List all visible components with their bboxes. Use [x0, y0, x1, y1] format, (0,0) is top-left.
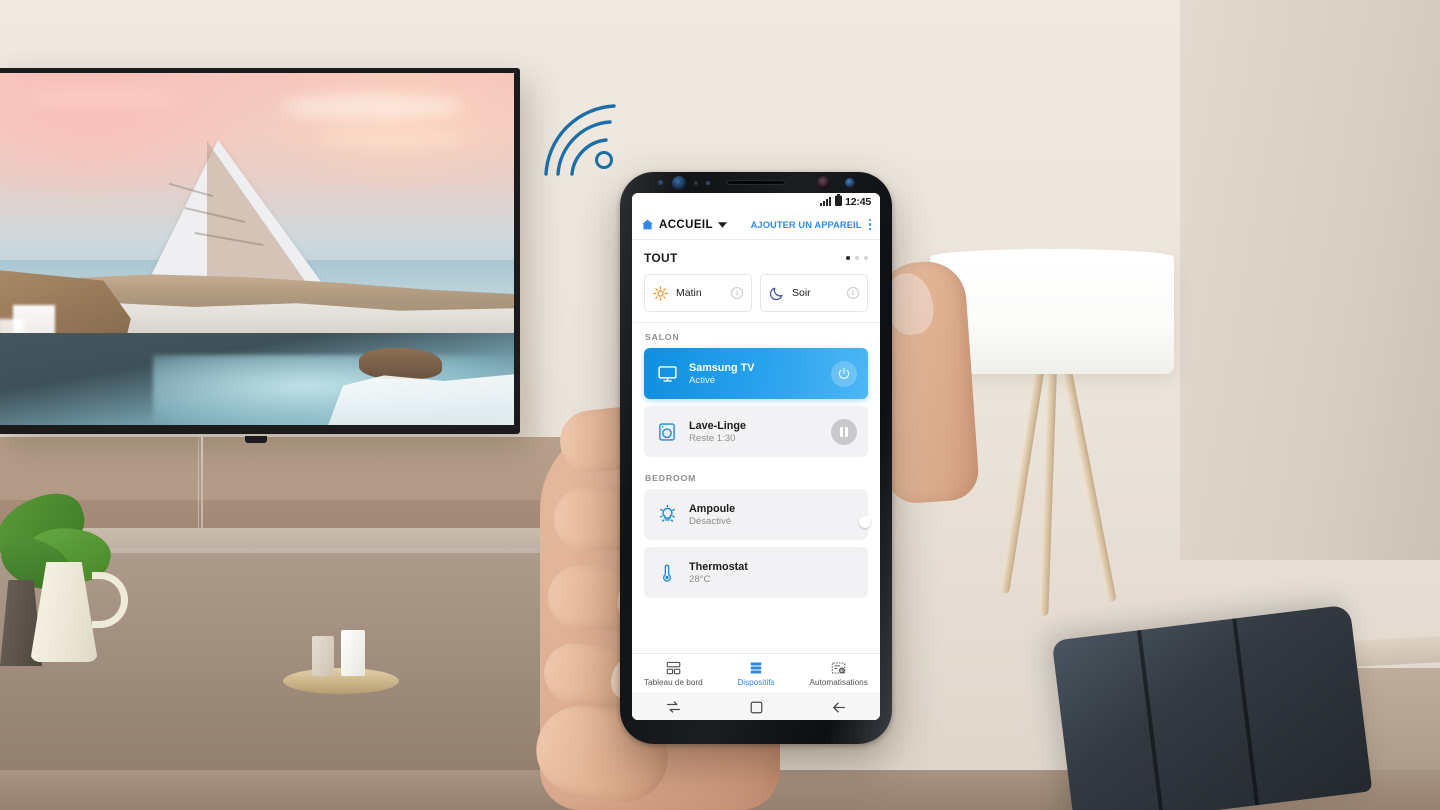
candle: [341, 630, 365, 676]
device-text: Ampoule Désactivé: [689, 503, 735, 527]
device-card-lave-linge[interactable]: Lave-Linge Reste 1:30: [644, 406, 868, 457]
sensor-dot: [694, 180, 698, 185]
scene-name: Soir: [792, 287, 811, 299]
sofa-seam: [1137, 630, 1164, 810]
device-card-thermostat[interactable]: Thermostat 28°C: [644, 547, 868, 598]
scene-info-button[interactable]: i: [847, 287, 859, 299]
scene-info-button[interactable]: i: [731, 287, 743, 299]
devices-stack-icon: [749, 661, 763, 675]
tab-automatisations[interactable]: Automatisations: [797, 661, 880, 687]
sofa: [1051, 604, 1373, 810]
device-name: Thermostat: [689, 560, 748, 573]
home-title[interactable]: ACCUEIL: [659, 219, 713, 231]
tab-label: Automatisations: [809, 677, 868, 687]
device-text: Samsung TV Activé: [689, 362, 754, 386]
tab-tableau-de-bord[interactable]: Tableau de bord: [632, 661, 715, 687]
device-status: Reste 1:30: [689, 432, 736, 444]
thumb-group: [871, 0, 1310, 510]
device-card-ampoule[interactable]: Ampoule Désactivé: [644, 489, 871, 540]
wall-mounted-tv: [0, 68, 520, 443]
add-device-button[interactable]: AJOUTER UN APPAREIL: [751, 220, 862, 230]
tv-screen: [0, 73, 514, 425]
sun-icon: [653, 285, 668, 301]
power-button[interactable]: [831, 360, 857, 387]
chevron-down-icon[interactable]: [717, 221, 727, 228]
cloud: [281, 94, 462, 121]
device-name: Ampoule: [689, 502, 736, 515]
led-indicator: [845, 177, 855, 188]
home-square-icon[interactable]: [750, 701, 763, 714]
phone-top-bezel: [620, 172, 892, 193]
tv-icon: [654, 363, 680, 384]
back-arrow-icon[interactable]: [832, 701, 846, 714]
page-dot-3[interactable]: [864, 256, 868, 260]
device-status: 28°C: [689, 573, 711, 585]
device-name: Samsung TV: [689, 361, 755, 374]
device-control[interactable]: [831, 418, 857, 445]
device-text: Lave-Linge Reste 1:30: [689, 420, 746, 444]
sofa-seam: [1232, 618, 1260, 806]
scene-card-matin[interactable]: Matin i: [644, 274, 752, 312]
status-time: 12:45: [845, 195, 871, 208]
earpiece-speaker: [727, 180, 785, 185]
moon-icon: [769, 286, 784, 301]
washing-machine-icon: [654, 422, 680, 442]
phone-screen: 12:45 ACCUEIL AJOUTER UN APPAREIL TOUT M…: [632, 193, 880, 720]
device-status: Désactivé: [689, 515, 732, 527]
page-dot-1[interactable]: [846, 256, 850, 260]
thermometer-icon: [654, 563, 680, 583]
iris-scanner: [672, 176, 686, 190]
app-header: ACCUEIL AJOUTER UN APPAREIL: [632, 210, 880, 240]
device-list: SALON Samsung TV Activé Lave-Linge Reste…: [632, 323, 880, 653]
automation-calendar-icon: [831, 661, 846, 675]
candle: [312, 636, 334, 676]
device-text: Thermostat 28°C: [689, 561, 748, 585]
room-label-bedroom: BEDROOM: [645, 473, 697, 483]
lightbulb-icon: [654, 504, 680, 525]
home-icon[interactable]: [641, 218, 654, 231]
room-label-salon: SALON: [645, 332, 680, 342]
scene-card-soir[interactable]: Soir i: [760, 274, 868, 312]
tab-label: Tableau de bord: [643, 677, 703, 687]
tout-row: TOUT: [632, 240, 880, 272]
status-bar: 12:45: [632, 193, 880, 210]
wifi-signal-icon: [540, 96, 626, 178]
android-nav-bar: [632, 693, 880, 720]
front-camera: [817, 176, 830, 189]
scene-name: Matin: [676, 287, 702, 299]
tv-rock: [359, 347, 442, 380]
tv-logo: [245, 436, 267, 443]
device-name: Lave-Linge: [689, 419, 746, 432]
recents-icon[interactable]: [666, 701, 681, 713]
bottom-tab-bar: Tableau de bord Dispositifs Automatisati…: [632, 653, 880, 693]
device-control[interactable]: [831, 360, 857, 387]
kebab-menu-icon[interactable]: [868, 218, 871, 231]
page-dot-2[interactable]: [855, 256, 859, 260]
signal-bars-icon: [820, 197, 832, 206]
smartphone: 12:45 ACCUEIL AJOUTER UN APPAREIL TOUT M…: [620, 172, 892, 744]
tab-dispositifs[interactable]: Dispositifs: [715, 661, 798, 687]
page-dots[interactable]: [846, 256, 868, 260]
tout-label: TOUT: [644, 251, 678, 265]
device-status: Activé: [689, 374, 716, 386]
device-card-samsung-tv[interactable]: Samsung TV Activé: [644, 348, 868, 399]
battery-icon: [835, 193, 843, 211]
cloud: [23, 87, 184, 110]
tab-label: Dispositifs: [737, 677, 775, 687]
tv-cable: [201, 437, 203, 537]
pause-button[interactable]: [831, 418, 857, 445]
scene-cards: Matin i Soir i: [632, 272, 880, 322]
dashboard-grid-icon: [666, 661, 681, 675]
proximity-sensor: [658, 180, 663, 185]
sensor-dot: [706, 180, 710, 185]
